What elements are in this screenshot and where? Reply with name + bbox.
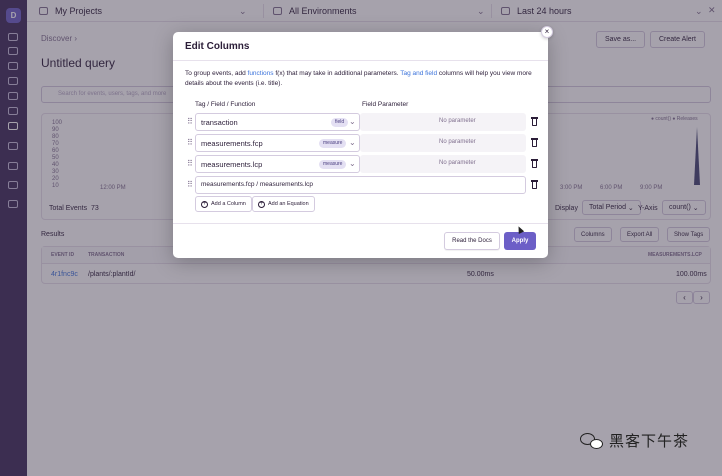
apply-label: Apply [511,238,529,244]
edit-columns-modal: Edit Columns To group events, add functi… [173,32,548,258]
functions-link[interactable]: functions [248,70,274,77]
add-equation-button[interactable]: + Add an Equation [252,196,315,212]
chevron-down-icon: ⌄ [349,117,356,126]
trash-icon[interactable] [531,138,538,147]
field-parameter: No parameter [360,134,526,152]
column-value: measurements.fcp [201,139,263,148]
apply-button[interactable]: Apply [504,232,536,250]
trash-icon[interactable] [531,180,538,189]
column-row: ⠿ measurements.lcp measure ⌄ No paramete… [187,155,540,173]
chevron-down-icon: ⌄ [349,138,356,147]
drag-handle-icon[interactable]: ⠿ [187,138,193,147]
trash-icon[interactable] [531,117,538,126]
watermark: 黑客下午茶 [580,430,689,451]
column-select[interactable]: transaction field ⌄ [195,113,360,131]
wechat-logo-icon [580,431,604,451]
modal-title: Edit Columns [185,41,250,52]
column-header-parameter: Field Parameter [362,101,409,108]
plus-icon: + [258,200,265,208]
desc-text: f(x) that may take in additional paramet… [273,70,401,77]
read-docs-label: Read the Docs [452,238,492,244]
equation-input[interactable]: measurements.fcp / measurements.lcp [195,176,526,194]
field-parameter: No parameter [360,155,526,173]
add-column-button[interactable]: + Add a Column [195,196,252,212]
measure-badge: measure [319,160,347,169]
tag-and-field-link[interactable]: Tag and field [400,70,437,77]
field-badge: field [331,118,349,127]
divider [173,223,548,224]
column-value: measurements.lcp [201,160,263,169]
add-equation-label: Add an Equation [268,201,309,207]
plus-icon: + [201,200,208,208]
divider [173,60,548,61]
column-select[interactable]: measurements.lcp measure ⌄ [195,155,360,173]
column-select[interactable]: measurements.fcp measure ⌄ [195,134,360,152]
watermark-text: 黑客下午茶 [609,433,690,450]
read-the-docs-button[interactable]: Read the Docs [444,232,500,250]
desc-text: To group events, add [185,70,248,77]
measure-badge: measure [319,139,347,148]
chevron-down-icon: ⌄ [349,159,356,168]
equation-row: ⠿ measurements.fcp / measurements.lcp [187,176,540,194]
add-column-label: Add a Column [211,201,246,207]
column-header-field: Tag / Field / Function [195,101,256,108]
trash-icon[interactable] [531,159,538,168]
drag-handle-icon[interactable]: ⠿ [187,180,193,189]
drag-handle-icon[interactable]: ⠿ [187,159,193,168]
column-row: ⠿ transaction field ⌄ No parameter [187,113,540,131]
equation-value: measurements.fcp / measurements.lcp [201,181,313,188]
field-parameter: No parameter [360,113,526,131]
modal-description: To group events, add functions f(x) that… [185,69,540,89]
close-icon[interactable]: × [541,26,553,38]
column-row: ⠿ measurements.fcp measure ⌄ No paramete… [187,134,540,152]
column-value: transaction [201,118,238,127]
drag-handle-icon[interactable]: ⠿ [187,117,193,126]
